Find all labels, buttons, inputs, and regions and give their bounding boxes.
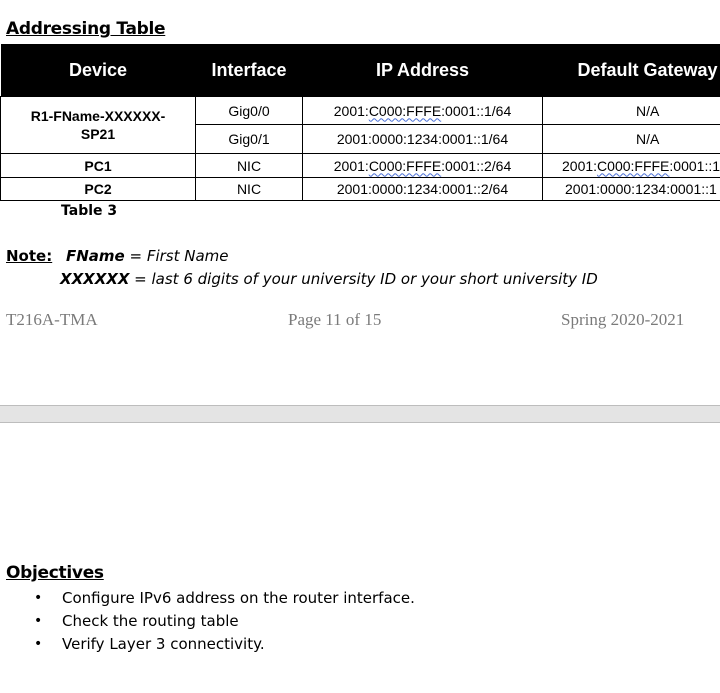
gateway-text: 2001:: [562, 157, 598, 174]
bullet-icon: •: [34, 613, 43, 629]
bullet-icon: •: [34, 590, 43, 606]
ip-text: 2001:: [333, 102, 369, 119]
objective-text: Verify Layer 3 connectivity.: [62, 635, 265, 653]
header-ip-address: IP Address: [302, 44, 543, 97]
table-row: PC1 NIC 2001:C000:FFFE:0001::2/64 2001:C…: [0, 153, 720, 178]
table-row: PC2 NIC 2001:0000:1234:0001::2/64 2001:0…: [0, 177, 720, 201]
device-cell: PC2: [0, 177, 196, 201]
ip-text: :0001::2/64: [441, 157, 512, 174]
ip-cell: 2001:C000:FFFE:0001::2/64: [302, 153, 543, 178]
table-header-row: Device Interface IP Address Default Gate…: [0, 44, 720, 97]
footer-course-code: T216A-TMA: [6, 310, 98, 329]
interface-cell: Gig0/1: [195, 124, 303, 154]
list-item: • Configure IPv6 address on the router in…: [0, 587, 415, 610]
spellcheck-underlined-text: C000:FFFE: [368, 102, 442, 119]
section-title: Addressing Table: [6, 19, 166, 39]
objective-text: Configure IPv6 address on the router int…: [62, 589, 415, 607]
objective-text: Check the routing table: [62, 612, 239, 630]
gateway-cell: N/A: [542, 124, 720, 154]
bullet-icon: •: [34, 636, 43, 652]
ip-cell: 2001:0000:1234:0001::1/64: [302, 124, 543, 154]
device-name-line1: R1-FName-XXXXXX-: [30, 108, 166, 124]
device-cell: PC1: [0, 153, 196, 178]
note-line-fname: FName = First Name: [66, 247, 229, 265]
list-item: • Check the routing table: [0, 610, 415, 633]
objectives-list: • Configure IPv6 address on the router in…: [0, 587, 415, 656]
note-definition: = First Name: [124, 247, 229, 265]
list-item: • Verify Layer 3 connectivity.: [0, 633, 415, 656]
gateway-cell: 2001:C000:FFFE:0001::1: [542, 153, 720, 178]
interface-cell: NIC: [195, 153, 303, 178]
footer-semester: Spring 2020-2021: [561, 310, 685, 329]
table-caption: Table 3: [61, 203, 118, 219]
spellcheck-underlined-text: C000:FFFE: [597, 157, 670, 174]
interface-cell: NIC: [195, 177, 303, 201]
gateway-cell: N/A: [542, 96, 720, 125]
note-term: FName: [66, 247, 125, 265]
interface-cell: Gig0/0: [195, 96, 303, 125]
objectives-title: Objectives: [6, 563, 104, 583]
header-device: Device: [0, 44, 196, 97]
note-line-id: XXXXXX = last 6 digits of your universit…: [60, 270, 598, 288]
ip-text: 2001:: [333, 157, 369, 174]
gateway-text: :0001::1: [669, 157, 720, 174]
addressing-table: Device Interface IP Address Default Gate…: [0, 44, 720, 201]
device-name-line2: SP21: [80, 126, 116, 142]
ip-cell: 2001:C000:FFFE:0001::1/64: [302, 96, 543, 125]
table-row: R1-FName-XXXXXX- SP21 Gig0/0 2001:C000:F…: [0, 96, 720, 154]
note-definition: = last 6 digits of your university ID or…: [129, 270, 598, 288]
device-cell: R1-FName-XXXXXX- SP21: [0, 96, 196, 154]
gateway-cell: 2001:0000:1234:0001::1: [542, 177, 720, 201]
ip-text: :0001::1/64: [441, 102, 512, 119]
footer-page-number: Page 11 of 15: [288, 310, 382, 329]
header-default-gateway: Default Gateway: [542, 44, 720, 97]
note-label: Note:: [6, 247, 53, 265]
header-interface: Interface: [195, 44, 303, 97]
spellcheck-underlined-text: C000:FFFE: [368, 157, 442, 174]
note-term: XXXXXX: [60, 270, 130, 288]
ip-cell: 2001:0000:1234:0001::2/64: [302, 177, 543, 201]
page-break-separator: [0, 405, 720, 423]
